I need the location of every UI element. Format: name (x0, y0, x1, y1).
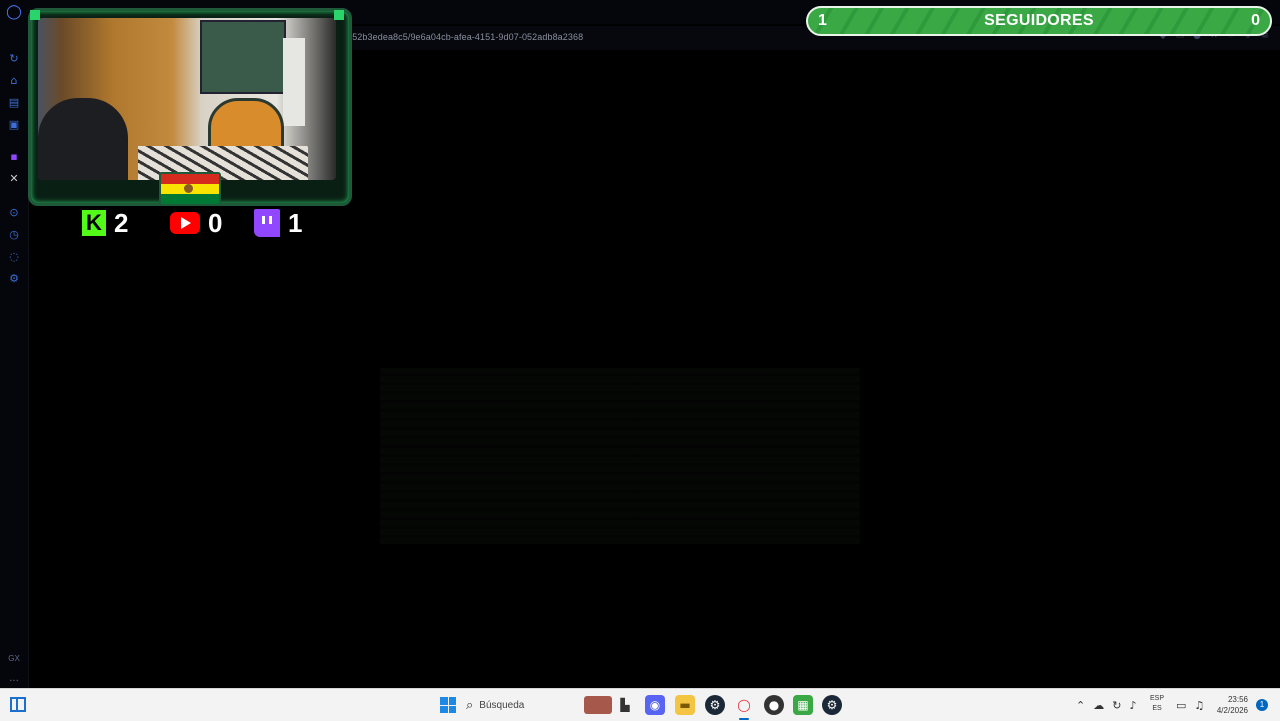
frame-corner-tr (334, 10, 344, 20)
x-icon[interactable]: ✕ (6, 170, 22, 186)
steam-icon[interactable]: ⚙ (705, 695, 725, 715)
youtube-icon (170, 212, 200, 234)
kick-icon: K (82, 210, 106, 236)
clock-date: 4/2/2026 (1216, 706, 1248, 715)
xbox-icon[interactable]: ▦ (793, 695, 813, 715)
player-icon[interactable]: ⊙ (6, 204, 22, 220)
taskbar: ⌕ Búsqueda ▙ ◉ ▬ ⚙ ◯ ● ▦ ⚙ ⌃ ☁ ↻ ♪ ESP E… (0, 688, 1280, 721)
followers-title: SEGUIDORES (984, 12, 1094, 29)
browser-sidebar: ◯ ↻ ⌂ ▤ ▣ ▪ ✕ ⊙ ◷ ◌ ⚙ GX ... (0, 0, 29, 688)
kick-counter: K 2 (82, 206, 128, 240)
background-panel (380, 368, 860, 544)
language-top: ESP (1150, 695, 1165, 702)
url-text[interactable]: -152b3edea8c5/9e6a04cb-afea-4151-9d07-05… (344, 32, 583, 42)
opera-gx-icon[interactable]: ◯ (734, 695, 754, 720)
task-view-icon[interactable]: ▙ (615, 695, 635, 715)
folder-icon[interactable]: ▬ (675, 695, 695, 715)
settings-icon[interactable]: ⚙ (6, 270, 22, 286)
history-icon[interactable]: ◷ (6, 226, 22, 242)
streamer (38, 98, 128, 180)
opera-logo-icon[interactable]: ◯ (6, 4, 22, 20)
start-button[interactable] (440, 697, 456, 713)
frame-corner-tl (30, 10, 40, 20)
volume-icon[interactable]: ♫ (1194, 699, 1204, 712)
sync-icon[interactable]: ↻ (1112, 699, 1121, 712)
chat-icon[interactable]: ◌ (6, 248, 22, 264)
refresh-icon[interactable]: ↻ (6, 50, 22, 66)
twitch-counter: 1 (254, 206, 302, 240)
followers-goal: 0 (1251, 12, 1260, 29)
chevron-up-icon[interactable]: ⌃ (1076, 699, 1085, 712)
twitch-icon (254, 209, 280, 237)
network-icon[interactable]: ▭ (1176, 699, 1186, 712)
wall-paper (283, 38, 305, 126)
search-placeholder: Búsqueda (479, 699, 525, 711)
widgets-icon[interactable] (10, 697, 26, 712)
kick-count: 2 (114, 207, 129, 238)
twitch-count: 1 (288, 207, 303, 238)
notification-badge[interactable]: 1 (1256, 699, 1268, 711)
followers-banner: 1 SEGUIDORES 0 (806, 6, 1272, 36)
status-icons: ▭ ♫ (1172, 689, 1208, 721)
clock-time: 23:56 (1227, 695, 1248, 704)
wall-poster (200, 20, 286, 94)
twitch-icon[interactable]: ▪ (6, 148, 22, 164)
cloud-icon[interactable]: ☁ (1093, 699, 1104, 712)
search-highlight-icon (584, 696, 612, 714)
mic-icon[interactable]: ♪ (1129, 699, 1136, 712)
language-bottom: ES (1152, 705, 1162, 712)
messenger-icon[interactable]: ▣ (6, 116, 22, 132)
youtube-count: 0 (208, 207, 223, 238)
language-indicator[interactable]: ESP ES (1150, 694, 1164, 714)
steam-alt-icon[interactable]: ⚙ (822, 695, 842, 715)
bolivia-flag (159, 172, 221, 206)
clock[interactable]: 23:56 4/2/2026 (1210, 694, 1248, 716)
followers-current: 1 (818, 12, 827, 29)
obs-icon[interactable]: ● (764, 695, 784, 715)
search-icon: ⌕ (466, 697, 474, 713)
box-icon[interactable]: ⌂ (6, 72, 22, 88)
taskbar-search[interactable]: ⌕ Búsqueda (466, 694, 612, 716)
more-icon[interactable]: ... (6, 670, 22, 686)
youtube-counter: 0 (170, 206, 222, 240)
webcam-feed (38, 18, 336, 180)
discord-icon[interactable]: ◉ (645, 695, 665, 715)
system-tray: ⌃ ☁ ↻ ♪ (1072, 689, 1140, 721)
gx-label[interactable]: GX (6, 650, 22, 666)
wallet-icon[interactable]: ▤ (6, 94, 22, 110)
